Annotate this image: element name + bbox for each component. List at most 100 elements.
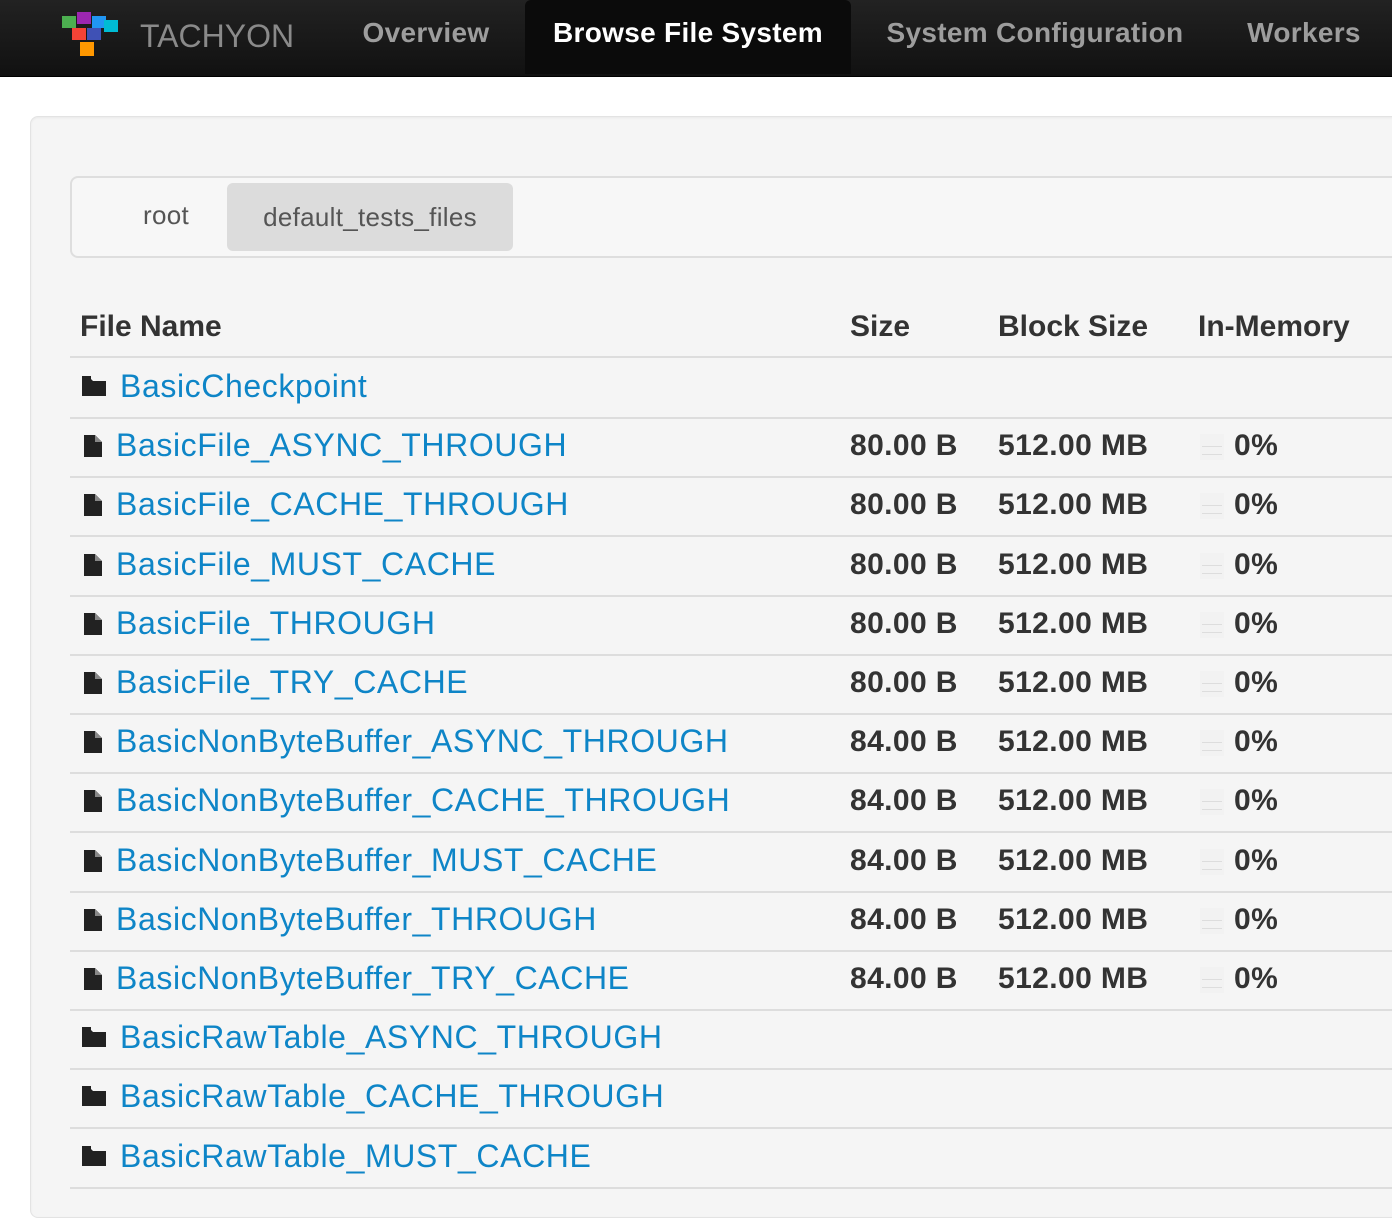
header-file-name[interactable]: File Name xyxy=(80,310,222,344)
memory-bar-icon xyxy=(1200,671,1224,697)
file-link[interactable]: BasicFile_CACHE_THROUGH xyxy=(116,486,569,523)
brand[interactable]: TACHYON xyxy=(60,8,294,64)
file-icon xyxy=(84,494,102,521)
nav-browse-file-system[interactable]: Browse File System xyxy=(525,0,851,74)
nav-system-configuration[interactable]: System Configuration xyxy=(866,0,1204,74)
in-memory-percent: 0% xyxy=(1234,666,1279,699)
block-size: 512.00 MB xyxy=(998,488,1149,522)
file-size: 84.00 B xyxy=(850,843,958,877)
folder-link[interactable]: BasicRawTable_ASYNC_THROUGH xyxy=(120,1019,663,1056)
file-link[interactable]: BasicNonByteBuffer_CACHE_THROUGH xyxy=(116,782,730,819)
header-in-memory[interactable]: In-Memory xyxy=(1198,310,1350,344)
block-size: 512.00 MB xyxy=(998,962,1149,995)
table-row: BasicFile_MUST_CACHE 80.00 B 512.00 MB 0% xyxy=(70,536,1392,597)
file-size: 80.00 B xyxy=(850,606,958,640)
in-memory-percent: 0% xyxy=(1234,429,1279,463)
folder-icon xyxy=(82,1086,106,1111)
file-size: 80.00 B xyxy=(850,547,958,581)
file-icon xyxy=(84,908,102,936)
block-size: 512.00 MB xyxy=(998,547,1149,581)
memory-bar-icon xyxy=(1200,848,1224,875)
memory-bar-icon xyxy=(1200,434,1224,461)
memory-bar-icon xyxy=(1200,907,1224,934)
block-size: 512.00 MB xyxy=(998,429,1149,463)
nav-system-configuration-label: System Configuration xyxy=(886,17,1184,48)
table-row: BasicRawTable_ASYNC_THROUGH xyxy=(70,1009,1392,1071)
tachyon-logo-icon xyxy=(62,12,118,56)
table-row: BasicNonByteBuffer_CACHE_THROUGH 84.00 B 5… xyxy=(70,772,1392,834)
table-row: BasicFile_CACHE_THROUGH 80.00 B 512.00 MB 0… xyxy=(70,476,1392,538)
file-size: 84.00 B xyxy=(850,962,958,995)
file-size: 80.00 B xyxy=(850,488,958,522)
table-row: BasicRawTable_MUST_CACHE xyxy=(70,1128,1392,1189)
header-size[interactable]: Size xyxy=(850,310,910,344)
file-link[interactable]: BasicNonByteBuffer_ASYNC_THROUGH xyxy=(116,723,729,760)
memory-bar-icon xyxy=(1200,552,1224,579)
table-row: BasicFile_THROUGH 80.00 B 512.00 MB 0% xyxy=(70,595,1392,656)
folder-icon xyxy=(82,376,106,401)
memory-bar-icon xyxy=(1200,493,1224,520)
table-row: BasicNonByteBuffer_THROUGH 84.00 B 512.00 … xyxy=(70,891,1392,952)
breadcrumb-root-label: root xyxy=(142,200,189,230)
folder-link[interactable]: BasicRawTable_MUST_CACHE xyxy=(120,1138,591,1175)
file-icon xyxy=(84,553,102,581)
nav-browse-file-system-label: Browse File System xyxy=(553,17,823,48)
file-link[interactable]: BasicNonByteBuffer_THROUGH xyxy=(116,901,597,938)
in-memory-percent: 0% xyxy=(1234,962,1279,995)
file-icon xyxy=(84,849,102,877)
file-icon xyxy=(84,790,102,817)
in-memory-percent: 0% xyxy=(1234,902,1279,936)
file-link[interactable]: BasicFile_ASYNC_THROUGH xyxy=(116,427,567,464)
folder-icon xyxy=(82,1027,106,1052)
memory-bar-icon xyxy=(1200,789,1224,816)
file-link[interactable]: BasicFile_TRY_CACHE xyxy=(116,664,468,701)
block-size: 512.00 MB xyxy=(998,902,1149,936)
file-size: 84.00 B xyxy=(850,784,958,818)
brand-name: TACHYON xyxy=(140,17,295,54)
nav-overview[interactable]: Overview xyxy=(340,0,512,74)
block-size: 512.00 MB xyxy=(998,843,1149,877)
in-memory-percent: 0% xyxy=(1234,843,1279,877)
in-memory-percent: 0% xyxy=(1234,606,1279,640)
memory-bar-icon xyxy=(1200,730,1224,757)
table-row: BasicRawTable_CACHE_THROUGH xyxy=(70,1068,1392,1130)
table-row: BasicNonByteBuffer_MUST_CACHE 84.00 B 512.… xyxy=(70,832,1392,893)
file-icon xyxy=(84,435,102,462)
in-memory-percent: 0% xyxy=(1234,725,1279,759)
memory-bar-icon xyxy=(1200,611,1224,638)
file-link[interactable]: BasicNonByteBuffer_TRY_CACHE xyxy=(116,960,630,997)
table-row: BasicCheckpoint xyxy=(70,358,1392,419)
file-size: 80.00 B xyxy=(850,429,958,463)
file-size: 84.00 B xyxy=(850,902,958,936)
file-icon xyxy=(84,672,102,699)
nav-overview-label: Overview xyxy=(362,17,490,48)
block-size: 512.00 MB xyxy=(998,725,1149,759)
table-row: BasicNonByteBuffer_ASYNC_THROUGH 84.00 B 5… xyxy=(70,713,1392,775)
table-row: BasicNonByteBuffer_TRY_CACHE 84.00 B 512.0… xyxy=(70,950,1392,1011)
folder-link[interactable]: BasicRawTable_CACHE_THROUGH xyxy=(120,1078,664,1115)
nav-workers[interactable]: Workers xyxy=(1228,0,1380,74)
block-size: 512.00 MB xyxy=(998,666,1149,699)
file-size: 84.00 B xyxy=(850,725,958,759)
block-size: 512.00 MB xyxy=(998,784,1149,818)
breadcrumb-root[interactable]: root xyxy=(110,181,222,249)
breadcrumb-default-tests-files[interactable]: default_tests_files xyxy=(227,183,513,251)
in-memory-percent: 0% xyxy=(1234,784,1279,818)
table-row: BasicFile_ASYNC_THROUGH 80.00 B 512.00 MB 0… xyxy=(70,417,1392,479)
header-block-size[interactable]: Block Size xyxy=(998,310,1148,344)
breadcrumb-current-label: default_tests_files xyxy=(263,202,477,232)
file-icon xyxy=(84,612,102,640)
file-size: 80.00 B xyxy=(850,666,958,699)
folder-link[interactable]: BasicCheckpoint xyxy=(120,368,367,405)
memory-bar-icon xyxy=(1200,967,1224,993)
file-link[interactable]: BasicFile_MUST_CACHE xyxy=(116,546,496,583)
in-memory-percent: 0% xyxy=(1234,547,1279,581)
block-size: 512.00 MB xyxy=(998,606,1149,640)
file-link[interactable]: BasicNonByteBuffer_MUST_CACHE xyxy=(116,842,657,879)
file-icon xyxy=(84,968,102,995)
file-icon xyxy=(84,731,102,758)
top-navbar: TACHYON Overview Browse File System Syst… xyxy=(0,0,1392,77)
file-link[interactable]: BasicFile_THROUGH xyxy=(116,605,436,642)
nav-workers-label: Workers xyxy=(1247,17,1361,48)
folder-icon xyxy=(82,1145,106,1171)
